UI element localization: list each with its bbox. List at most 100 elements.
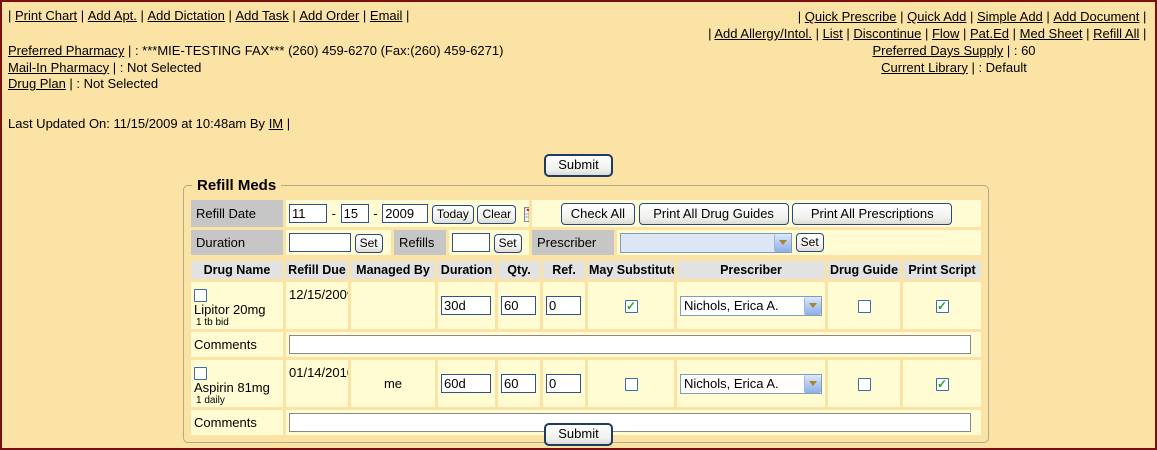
drug-plan-link[interactable]: Drug Plan bbox=[8, 76, 76, 91]
drug-sig: 1 daily bbox=[194, 395, 280, 406]
nav-add-order[interactable]: Add Order bbox=[299, 8, 370, 23]
ref-input[interactable] bbox=[546, 296, 581, 315]
drug-guide-cell bbox=[828, 282, 900, 329]
bulk-duration-input[interactable] bbox=[289, 233, 351, 252]
colon: : bbox=[1014, 43, 1021, 58]
submit-top-container: Submit bbox=[2, 154, 1155, 177]
current-library-line: Current Library: Default bbox=[786, 60, 1122, 77]
col-drug-name: Drug Name bbox=[191, 261, 283, 279]
nav-simple-add[interactable]: Simple Add bbox=[977, 9, 1053, 24]
may-substitute-checkbox[interactable] bbox=[625, 378, 638, 391]
clear-button[interactable]: Clear bbox=[477, 205, 516, 224]
bulk-refills-input[interactable] bbox=[452, 233, 490, 252]
nav-add-apt[interactable]: Add Apt. bbox=[88, 8, 148, 23]
bulk-prescriber-select[interactable] bbox=[620, 233, 792, 253]
preferred-days-supply-link[interactable]: Preferred Days Supply bbox=[872, 43, 1013, 58]
refill-date-cell: - - Today Clear bbox=[286, 200, 529, 227]
drug-name: Lipitor 20mg bbox=[194, 302, 266, 317]
drug-guide-cell bbox=[828, 360, 900, 407]
may-substitute-checkbox[interactable]: ✓ bbox=[625, 300, 638, 313]
mail-in-pharmacy-link[interactable]: Mail-In Pharmacy bbox=[8, 60, 120, 75]
refill-date-month-input[interactable] bbox=[289, 204, 327, 223]
prescriber-select-value: Nichols, Erica A. bbox=[684, 298, 779, 313]
submit-button-top[interactable]: Submit bbox=[544, 154, 612, 177]
nav-discontinue[interactable]: Discontinue bbox=[853, 26, 932, 41]
prescriber-cell: Nichols, Erica A. bbox=[677, 282, 825, 329]
last-updated-by-link[interactable]: IM bbox=[269, 116, 294, 131]
duration-input[interactable] bbox=[441, 296, 491, 315]
nav-add-document[interactable]: Add Document bbox=[1053, 9, 1150, 24]
top-nav-right-line1: Quick PrescribeQuick AddSimple AddAdd Do… bbox=[708, 8, 1150, 25]
qty-input[interactable] bbox=[501, 296, 536, 315]
comments-input[interactable] bbox=[289, 335, 971, 354]
refill-meds-legend: Refill Meds bbox=[192, 177, 281, 194]
nav-add-dictation[interactable]: Add Dictation bbox=[148, 8, 236, 23]
nav-refill-all[interactable]: Refill All bbox=[1093, 26, 1150, 41]
preferred-pharmacy-link[interactable]: Preferred Pharmacy bbox=[8, 43, 135, 58]
refill-date-day-input[interactable] bbox=[341, 204, 369, 223]
nav-email[interactable]: Email bbox=[370, 8, 413, 23]
col-managed-by: Managed By bbox=[351, 261, 435, 279]
bulk-refills-set-button[interactable]: Set bbox=[494, 234, 522, 253]
bulk-duration-cell: Set bbox=[286, 230, 391, 255]
drug-name: Aspirin 81mg bbox=[194, 380, 270, 395]
print-all-drug-guides-button[interactable]: Print All Drug Guides bbox=[639, 203, 789, 225]
prescriber-select[interactable]: Nichols, Erica A. bbox=[680, 296, 822, 316]
today-button[interactable]: Today bbox=[432, 205, 474, 224]
nav-med-sheet[interactable]: Med Sheet bbox=[1020, 26, 1093, 41]
check-all-button[interactable]: Check All bbox=[561, 203, 635, 225]
nav-add-task[interactable]: Add Task bbox=[235, 8, 299, 23]
refill-meds-page: { "palette": { "frame": "#7a0f0f", "page… bbox=[0, 0, 1157, 450]
mail-in-pharmacy-line: Mail-In Pharmacy: Not Selected bbox=[8, 60, 503, 77]
submit-bottom-container: Submit bbox=[2, 423, 1155, 446]
managed-by-cell bbox=[351, 282, 435, 329]
nav-quick-add[interactable]: Quick Add bbox=[907, 9, 977, 24]
col-prescriber: Prescriber bbox=[677, 261, 825, 279]
drug-guide-checkbox[interactable] bbox=[858, 378, 871, 391]
refill-bulk-controls: Refill Date - - Today Clear bbox=[188, 197, 984, 258]
nav-flow[interactable]: Flow bbox=[932, 26, 970, 41]
chevron-down-icon bbox=[774, 234, 791, 252]
colon: : bbox=[978, 60, 985, 75]
nav-quick-prescribe[interactable]: Quick Prescribe bbox=[805, 9, 907, 24]
print-all-prescriptions-button[interactable]: Print All Prescriptions bbox=[792, 203, 952, 225]
date-separator: - bbox=[372, 206, 378, 221]
preferred-pharmacy-value: ***MIE-TESTING FAX*** (260) 459-6270 (Fa… bbox=[142, 43, 503, 58]
duration-cell bbox=[438, 282, 495, 329]
print-script-checkbox[interactable]: ✓ bbox=[936, 300, 949, 313]
refill-date-label: Refill Date bbox=[191, 200, 283, 227]
drug-guide-checkbox[interactable] bbox=[858, 300, 871, 313]
chevron-down-icon bbox=[804, 375, 821, 393]
refill-date-year-input[interactable] bbox=[382, 204, 428, 223]
col-print-script: Print Script bbox=[903, 261, 981, 279]
submit-button-bottom[interactable]: Submit bbox=[544, 423, 612, 446]
bulk-prescriber-set-button[interactable]: Set bbox=[796, 233, 824, 252]
preferred-days-supply-line: Preferred Days Supply: 60 bbox=[786, 43, 1122, 60]
ref-cell bbox=[543, 360, 585, 407]
bulk-refills-cell: Set bbox=[449, 230, 529, 255]
nav-print-chart[interactable]: Print Chart bbox=[15, 8, 88, 23]
refill-meds-fieldset: Refill Meds Refill Date - - Today Clear bbox=[183, 177, 989, 443]
current-library-link[interactable]: Current Library bbox=[881, 60, 978, 75]
qty-cell bbox=[498, 360, 540, 407]
print-script-checkbox[interactable]: ✓ bbox=[936, 378, 949, 391]
drug-select-checkbox[interactable] bbox=[194, 289, 207, 302]
top-nav-left: Print ChartAdd Apt.Add DictationAdd Task… bbox=[8, 8, 413, 23]
bulk-duration-set-button[interactable]: Set bbox=[355, 234, 383, 253]
qty-input[interactable] bbox=[501, 374, 536, 393]
duration-input[interactable] bbox=[441, 374, 491, 393]
ref-input[interactable] bbox=[546, 374, 581, 393]
nav-list[interactable]: List bbox=[823, 26, 854, 41]
bulk-prescriber-label: Prescriber bbox=[532, 230, 614, 255]
calendar-icon[interactable] bbox=[524, 207, 529, 222]
prescriber-cell: Nichols, Erica A. bbox=[677, 360, 825, 407]
drug-select-checkbox[interactable] bbox=[194, 367, 207, 380]
drug-name-cell: Aspirin 81mg 1 daily bbox=[191, 360, 283, 407]
nav-pat-ed[interactable]: Pat.Ed bbox=[970, 26, 1020, 41]
drug-name-cell: Lipitor 20mg 1 tb bid bbox=[191, 282, 283, 329]
nav-add-allergy[interactable]: Add Allergy/Intol. bbox=[714, 26, 822, 41]
date-separator: - bbox=[331, 206, 337, 221]
top-nav-right: Quick PrescribeQuick AddSimple AddAdd Do… bbox=[708, 8, 1150, 42]
col-refill-due: Refill Due bbox=[286, 261, 348, 279]
prescriber-select[interactable]: Nichols, Erica A. bbox=[680, 374, 822, 394]
